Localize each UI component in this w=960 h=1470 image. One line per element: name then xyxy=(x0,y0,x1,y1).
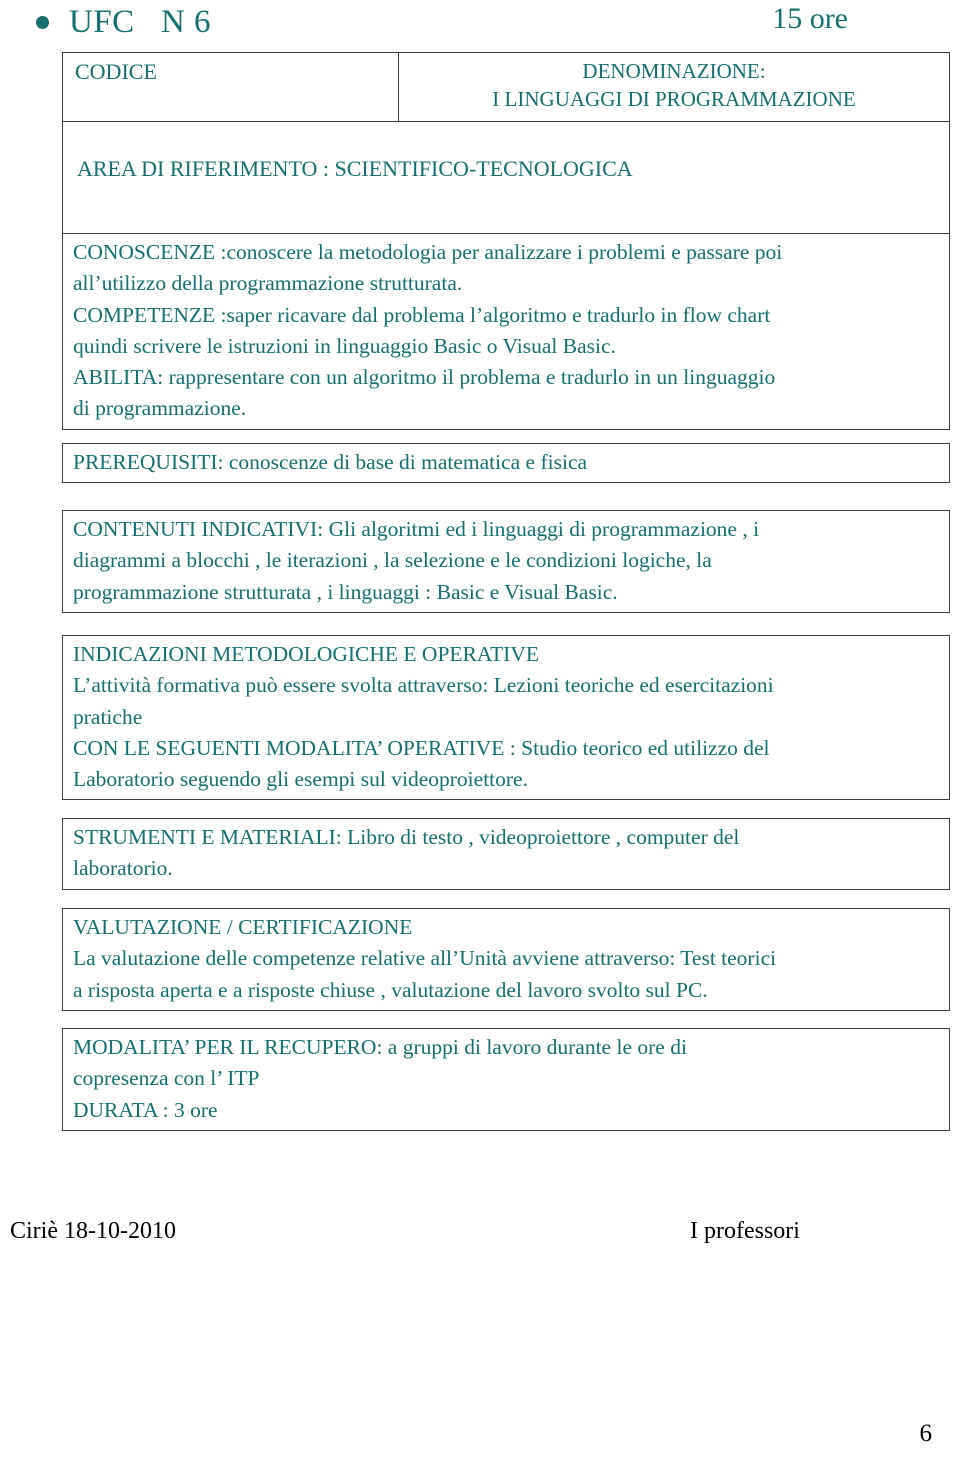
valutazione-certificazione-box: VALUTAZIONE / CERTIFICAZIONE La valutazi… xyxy=(62,908,950,1011)
indicazioni-line-2: L’attività formativa può essere svolta a… xyxy=(73,673,774,698)
modalita-line-1: MODALITA’ PER IL RECUPERO: a gruppi di l… xyxy=(73,1035,687,1059)
valutazione-heading: VALUTAZIONE / CERTIFICAZIONE xyxy=(73,915,413,939)
abilita-line-2: di programmazione. xyxy=(73,396,247,421)
prerequisiti-box: PREREQUISITI: conoscenze di base di mate… xyxy=(62,443,950,484)
indicazioni-line-4: CON LE SEGUENTI MODALITA’ OPERATIVE : St… xyxy=(73,735,770,760)
competenze-line-1: COMPETENZE :saper ricavare dal problema … xyxy=(73,302,771,327)
modalita-line-2: copresenza con l’ ITP xyxy=(73,1066,260,1091)
conoscenze-line-1: CONOSCENZE :conoscere la metodologia per… xyxy=(73,240,783,264)
codice-cell: CODICE xyxy=(62,52,399,122)
contenuti-line-2: diagrammi a blocchi , le iterazioni , la… xyxy=(73,548,712,573)
denominazione-label: DENOMINAZIONE: xyxy=(582,59,766,83)
page-title: UFC N 6 xyxy=(69,3,212,40)
denominazione-value: I LINGUAGGI DI PROGRAMMAZIONE xyxy=(492,86,856,111)
conoscenze-line-2: all’utilizzo della programmazione strutt… xyxy=(73,271,463,296)
strumenti-line-1: STRUMENTI E MATERIALI: Libro di testo , … xyxy=(73,825,740,849)
indicazioni-line-5: Laboratorio seguendo gli esempi sul vide… xyxy=(73,767,528,792)
table-row: CODICE DENOMINAZIONE: I LINGUAGGI DI PRO… xyxy=(62,52,950,122)
bullet-dot-icon xyxy=(36,15,49,29)
contenuti-indicativi-box: CONTENUTI INDICATIVI: Gli algoritmi ed i… xyxy=(62,510,950,613)
contenuti-line-3: programmazione strutturata , i linguaggi… xyxy=(73,579,618,604)
competenze-line-2: quindi scrivere le istruzioni in linguag… xyxy=(73,333,616,358)
strumenti-materiali-box: STRUMENTI E MATERIALI: Libro di testo , … xyxy=(62,818,950,890)
document-page: UFC N 6 15 ore CODICE DENOMINAZIONE: I L… xyxy=(0,0,960,1470)
hours-label: 15 ore xyxy=(772,2,848,35)
conoscenze-competenze-abilita-box: CONOSCENZE :conoscere la metodologia per… xyxy=(62,233,950,430)
strumenti-line-2: laboratorio. xyxy=(73,856,173,881)
abilita-line-1: ABILITA: rappresentare con un algoritmo … xyxy=(73,365,776,390)
contenuti-line-1: CONTENUTI INDICATIVI: Gli algoritmi ed i… xyxy=(73,517,760,541)
denominazione-cell: DENOMINAZIONE: I LINGUAGGI DI PROGRAMMAZ… xyxy=(398,52,950,122)
valutazione-line-2: La valutazione delle competenze relative… xyxy=(73,946,777,971)
page-number: 6 xyxy=(919,1420,933,1447)
table-row: AREA DI RIFERIMENTO : SCIENTIFICO-TECNOL… xyxy=(62,121,950,249)
indicazioni-metodologiche-box: INDICAZIONI METODOLOGICHE E OPERATIVE L’… xyxy=(62,635,950,801)
durata-line: DURATA : 3 ore xyxy=(73,1097,218,1122)
footer-signature: I professori xyxy=(690,1218,800,1244)
valutazione-line-3: a risposta aperta e a risposte chiuse , … xyxy=(73,977,708,1002)
prerequisiti-line-1: PREREQUISITI: conoscenze di base di mate… xyxy=(73,450,588,474)
modalita-recupero-box: MODALITA’ PER IL RECUPERO: a gruppi di l… xyxy=(62,1028,950,1131)
indicazioni-heading: INDICAZIONI METODOLOGICHE E OPERATIVE xyxy=(73,642,539,666)
identification-table: CODICE DENOMINAZIONE: I LINGUAGGI DI PRO… xyxy=(62,52,950,249)
indicazioni-line-3: pratiche xyxy=(73,704,143,729)
document-footer: Ciriè 18-10-2010 I professori xyxy=(0,1218,960,1252)
area-riferimento-cell: AREA DI RIFERIMENTO : SCIENTIFICO-TECNOL… xyxy=(62,121,950,249)
footer-date: Ciriè 18-10-2010 xyxy=(10,1218,176,1244)
